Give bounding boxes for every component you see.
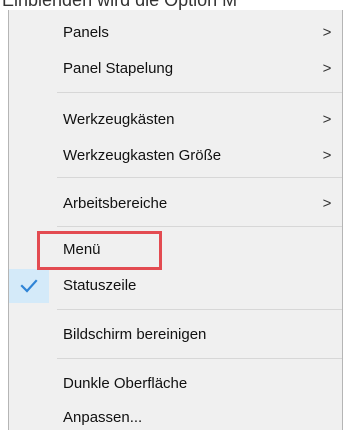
chevron-right-icon: >	[322, 195, 332, 212]
menu-item-dunkle-oberflaeche[interactable]: Dunkle Oberfläche	[9, 367, 342, 401]
menu-item-label: Arbeitsbereiche	[63, 195, 168, 212]
menu-separator	[57, 226, 342, 227]
menu-item-bildschirm-bereinigen[interactable]: Bildschirm bereinigen	[9, 318, 342, 352]
menu-separator	[57, 358, 342, 359]
menu-item-panel-stapelung[interactable]: Panel Stapelung >	[9, 52, 342, 86]
menu-item-label: Werkzeugkästen	[63, 111, 175, 128]
menu-separator	[57, 177, 342, 178]
context-menu: Panels > Panel Stapelung > Werkzeugkäste…	[8, 10, 343, 430]
menu-item-panels[interactable]: Panels >	[9, 16, 342, 50]
cropped-caption-text: Einblenden wird die Option M	[2, 0, 238, 10]
menu-item-label: Statuszeile	[63, 277, 137, 294]
checkmark-icon	[20, 279, 38, 293]
menu-separator	[57, 92, 342, 93]
annotation-highlight-box	[37, 231, 162, 270]
menu-item-label: Werkzeugkasten Größe	[63, 147, 222, 164]
menu-item-label: Anpassen...	[63, 409, 143, 426]
menu-item-werkzeugkasten-groesse[interactable]: Werkzeugkasten Größe >	[9, 139, 342, 173]
menu-item-werkzeugkaesten[interactable]: Werkzeugkästen >	[9, 103, 342, 137]
menu-item-label: Dunkle Oberfläche	[63, 375, 188, 392]
chevron-right-icon: >	[322, 24, 332, 41]
chevron-right-icon: >	[322, 60, 332, 77]
cropped-caption: Einblenden wird die Option M	[0, 0, 345, 10]
menu-item-label: Bildschirm bereinigen	[63, 326, 207, 343]
chevron-right-icon: >	[322, 111, 332, 128]
menu-item-statuszeile[interactable]: Statuszeile	[9, 269, 342, 303]
menu-item-label: Panel Stapelung	[63, 60, 174, 77]
menu-item-arbeitsbereiche[interactable]: Arbeitsbereiche >	[9, 187, 342, 221]
menu-item-label: Panels	[63, 24, 109, 41]
chevron-right-icon: >	[322, 147, 332, 164]
menu-separator	[57, 309, 342, 310]
